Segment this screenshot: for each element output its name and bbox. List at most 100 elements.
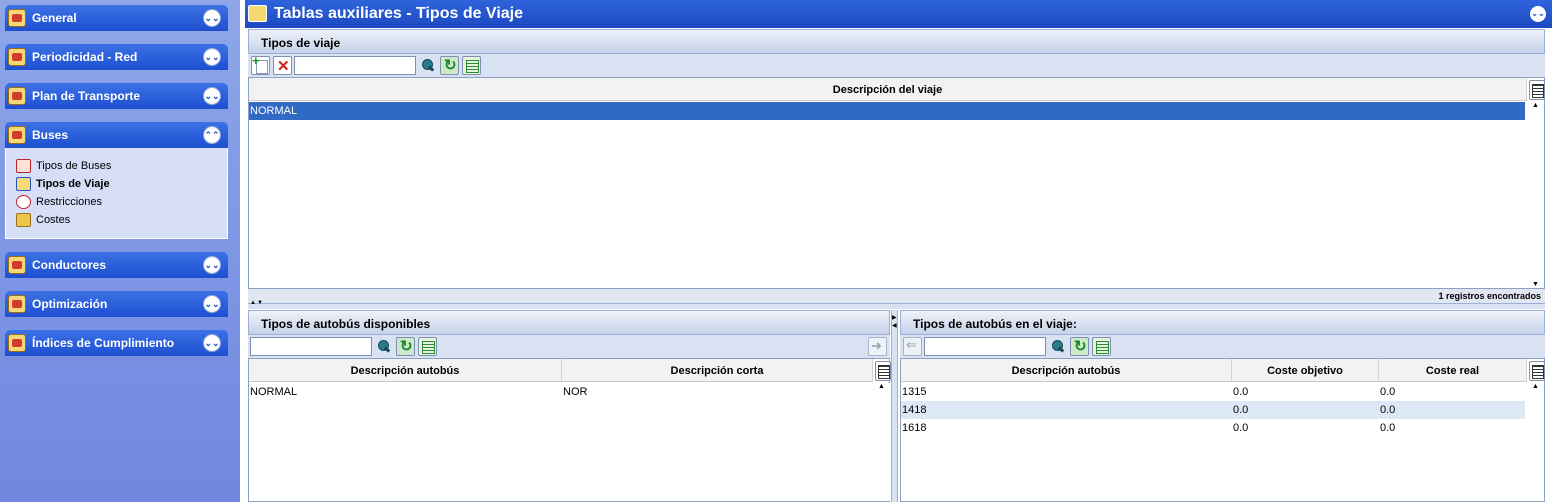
chevron-down-icon[interactable]: ⌄⌄ — [203, 334, 221, 352]
search-icon[interactable] — [418, 56, 436, 75]
table-row[interactable]: NORMAL — [249, 102, 1525, 120]
trip-type-icon — [16, 177, 31, 191]
scroll-up-icon[interactable]: ▲ — [1532, 383, 1539, 390]
export-excel-button[interactable] — [418, 337, 437, 356]
chevron-down-icon[interactable]: ⌄⌄ — [203, 256, 221, 274]
sidebar-group-general[interactable]: General ⌄⌄ — [5, 5, 228, 31]
driver-icon — [8, 256, 26, 274]
refresh-button[interactable] — [396, 337, 415, 356]
transport-plan-icon — [8, 87, 26, 105]
sidebar-group-indices[interactable]: Índices de Cumplimiento ⌄⌄ — [5, 330, 228, 356]
panel-title: Tipos de autobús en el viaje: — [913, 317, 1077, 331]
scroll-down-icon[interactable]: ▼ — [1532, 281, 1539, 288]
scroll-up-icon[interactable]: ▲ — [878, 383, 885, 390]
refresh-button[interactable] — [1070, 337, 1089, 356]
grid-cell: 0.0 — [1233, 404, 1249, 416]
window-title: Tablas auxiliares - Tipos de Viaje — [274, 5, 523, 22]
vertical-scrollbar[interactable]: ▲ — [875, 383, 890, 501]
sidebar-group-label: Periodicidad - Red — [32, 50, 138, 64]
column-header[interactable]: Descripción corta — [562, 359, 873, 382]
column-header[interactable]: Descripción del viaje — [249, 78, 1527, 101]
sidebar-group-periodicidad[interactable]: Periodicidad - Red ⌄⌄ — [5, 44, 228, 70]
search-input[interactable] — [924, 337, 1046, 356]
buses-panel: Tipos de Buses Tipos de Viaje Restriccio… — [5, 148, 228, 239]
sidebar: General ⌄⌄ Periodicidad - Red ⌄⌄ Plan de… — [0, 0, 240, 502]
chevron-down-icon[interactable]: ⌄⌄ — [1530, 6, 1546, 22]
en-viaje-header: Tipos de autobús en el viaje: — [900, 310, 1545, 335]
column-chooser-button[interactable] — [1529, 361, 1545, 381]
new-record-button[interactable] — [251, 53, 270, 75]
sidebar-item-label: Tipos de Buses — [36, 160, 112, 172]
column-header[interactable]: Descripción autobús — [249, 359, 562, 382]
column-header[interactable]: Descripción autobús — [901, 359, 1232, 382]
trip-type-icon — [248, 5, 267, 22]
grid-cell: 1618 — [902, 422, 927, 434]
sidebar-item-label: Costes — [36, 214, 71, 226]
refresh-button[interactable] — [440, 56, 459, 75]
tipos-viaje-toolbar — [248, 53, 1545, 77]
chevron-down-icon[interactable]: ⌄⌄ — [203, 295, 221, 313]
sidebar-group-label: Optimización — [32, 297, 108, 311]
export-excel-button[interactable] — [1092, 337, 1111, 356]
horizontal-splitter[interactable] — [248, 300, 1545, 309]
add-to-trip-button[interactable] — [868, 337, 887, 356]
grid-cell: 1418 — [902, 404, 927, 416]
grid-cell: 0.0 — [1233, 386, 1249, 398]
main-area: Tablas auxiliares - Tipos de Viaje ⌄⌄ Ti… — [245, 0, 1552, 502]
search-input[interactable] — [250, 337, 372, 356]
column-chooser-button[interactable] — [1529, 80, 1545, 100]
grid-cell: 0.0 — [1380, 404, 1396, 416]
panel-title: Tipos de autobús disponibles — [261, 317, 431, 331]
sidebar-group-conductores[interactable]: Conductores ⌄⌄ — [5, 252, 228, 278]
grid-cell: 1315 — [902, 386, 927, 398]
table-row[interactable]: 1418 0.0 0.0 — [901, 401, 1525, 419]
grid-header: Descripción autobús Coste objetivo Coste… — [901, 359, 1527, 382]
sidebar-group-optimizacion[interactable]: Optimización ⌄⌄ — [5, 291, 228, 317]
sidebar-group-label: Conductores — [32, 258, 107, 272]
chevron-down-icon[interactable]: ⌄⌄ — [203, 9, 221, 27]
bus-house-icon — [8, 9, 26, 27]
grid-cell: NORMAL — [250, 105, 298, 117]
disponibles-toolbar — [248, 335, 890, 358]
panel-title: Tipos de viaje — [261, 36, 341, 50]
sidebar-group-buses[interactable]: Buses ⌃⌃ — [5, 122, 228, 148]
export-excel-button[interactable] — [462, 56, 481, 75]
calendar-network-icon — [8, 48, 26, 66]
window-titlebar: Tablas auxiliares - Tipos de Viaje ⌄⌄ — [245, 0, 1552, 28]
grid-cell: NORMAL — [250, 386, 298, 398]
chevron-down-icon[interactable]: ⌄⌄ — [203, 48, 221, 66]
column-chooser-button[interactable] — [875, 361, 891, 381]
table-row[interactable]: NORMAL NOR — [249, 383, 871, 401]
sidebar-group-label: General — [32, 11, 77, 25]
chevron-down-icon[interactable]: ⌄⌄ — [203, 87, 221, 105]
scroll-up-icon[interactable]: ▲ — [1532, 102, 1539, 109]
vertical-scrollbar[interactable]: ▲ — [1529, 383, 1544, 501]
remove-from-trip-button[interactable] — [903, 337, 922, 356]
optimization-icon — [8, 295, 26, 313]
sidebar-group-plan-transporte[interactable]: Plan de Transporte ⌄⌄ — [5, 83, 228, 109]
bus-icon — [8, 126, 26, 144]
tipos-viaje-header: Tipos de viaje — [248, 29, 1545, 54]
delete-record-button[interactable] — [273, 56, 292, 75]
search-input[interactable] — [294, 56, 416, 75]
vertical-scrollbar[interactable]: ▲ ▼ — [1529, 102, 1544, 288]
record-count: 1 registros encontrados — [248, 289, 1545, 303]
tipos-viaje-grid: Descripción del viaje NORMAL ▲ ▼ — [248, 77, 1545, 289]
vertical-splitter[interactable] — [891, 310, 898, 502]
grid-cell: NOR — [563, 386, 588, 398]
table-row[interactable]: 1315 0.0 0.0 — [901, 383, 1525, 401]
search-icon[interactable] — [374, 337, 392, 356]
grid-header: Descripción autobús Descripción corta — [249, 359, 873, 382]
chevron-up-icon[interactable]: ⌃⌃ — [203, 126, 221, 144]
sidebar-item-label: Restricciones — [36, 196, 103, 208]
grid-cell: 0.0 — [1233, 422, 1249, 434]
column-header[interactable]: Coste real — [1379, 359, 1527, 382]
grid-header: Descripción del viaje — [249, 78, 1527, 101]
disponibles-grid: Descripción autobús Descripción corta NO… — [248, 358, 891, 502]
search-icon[interactable] — [1048, 337, 1066, 356]
bus-type-icon — [16, 159, 31, 173]
chart-icon — [8, 334, 26, 352]
sidebar-group-label: Plan de Transporte — [32, 89, 141, 103]
table-row[interactable]: 1618 0.0 0.0 — [901, 419, 1525, 437]
column-header[interactable]: Coste objetivo — [1232, 359, 1379, 382]
